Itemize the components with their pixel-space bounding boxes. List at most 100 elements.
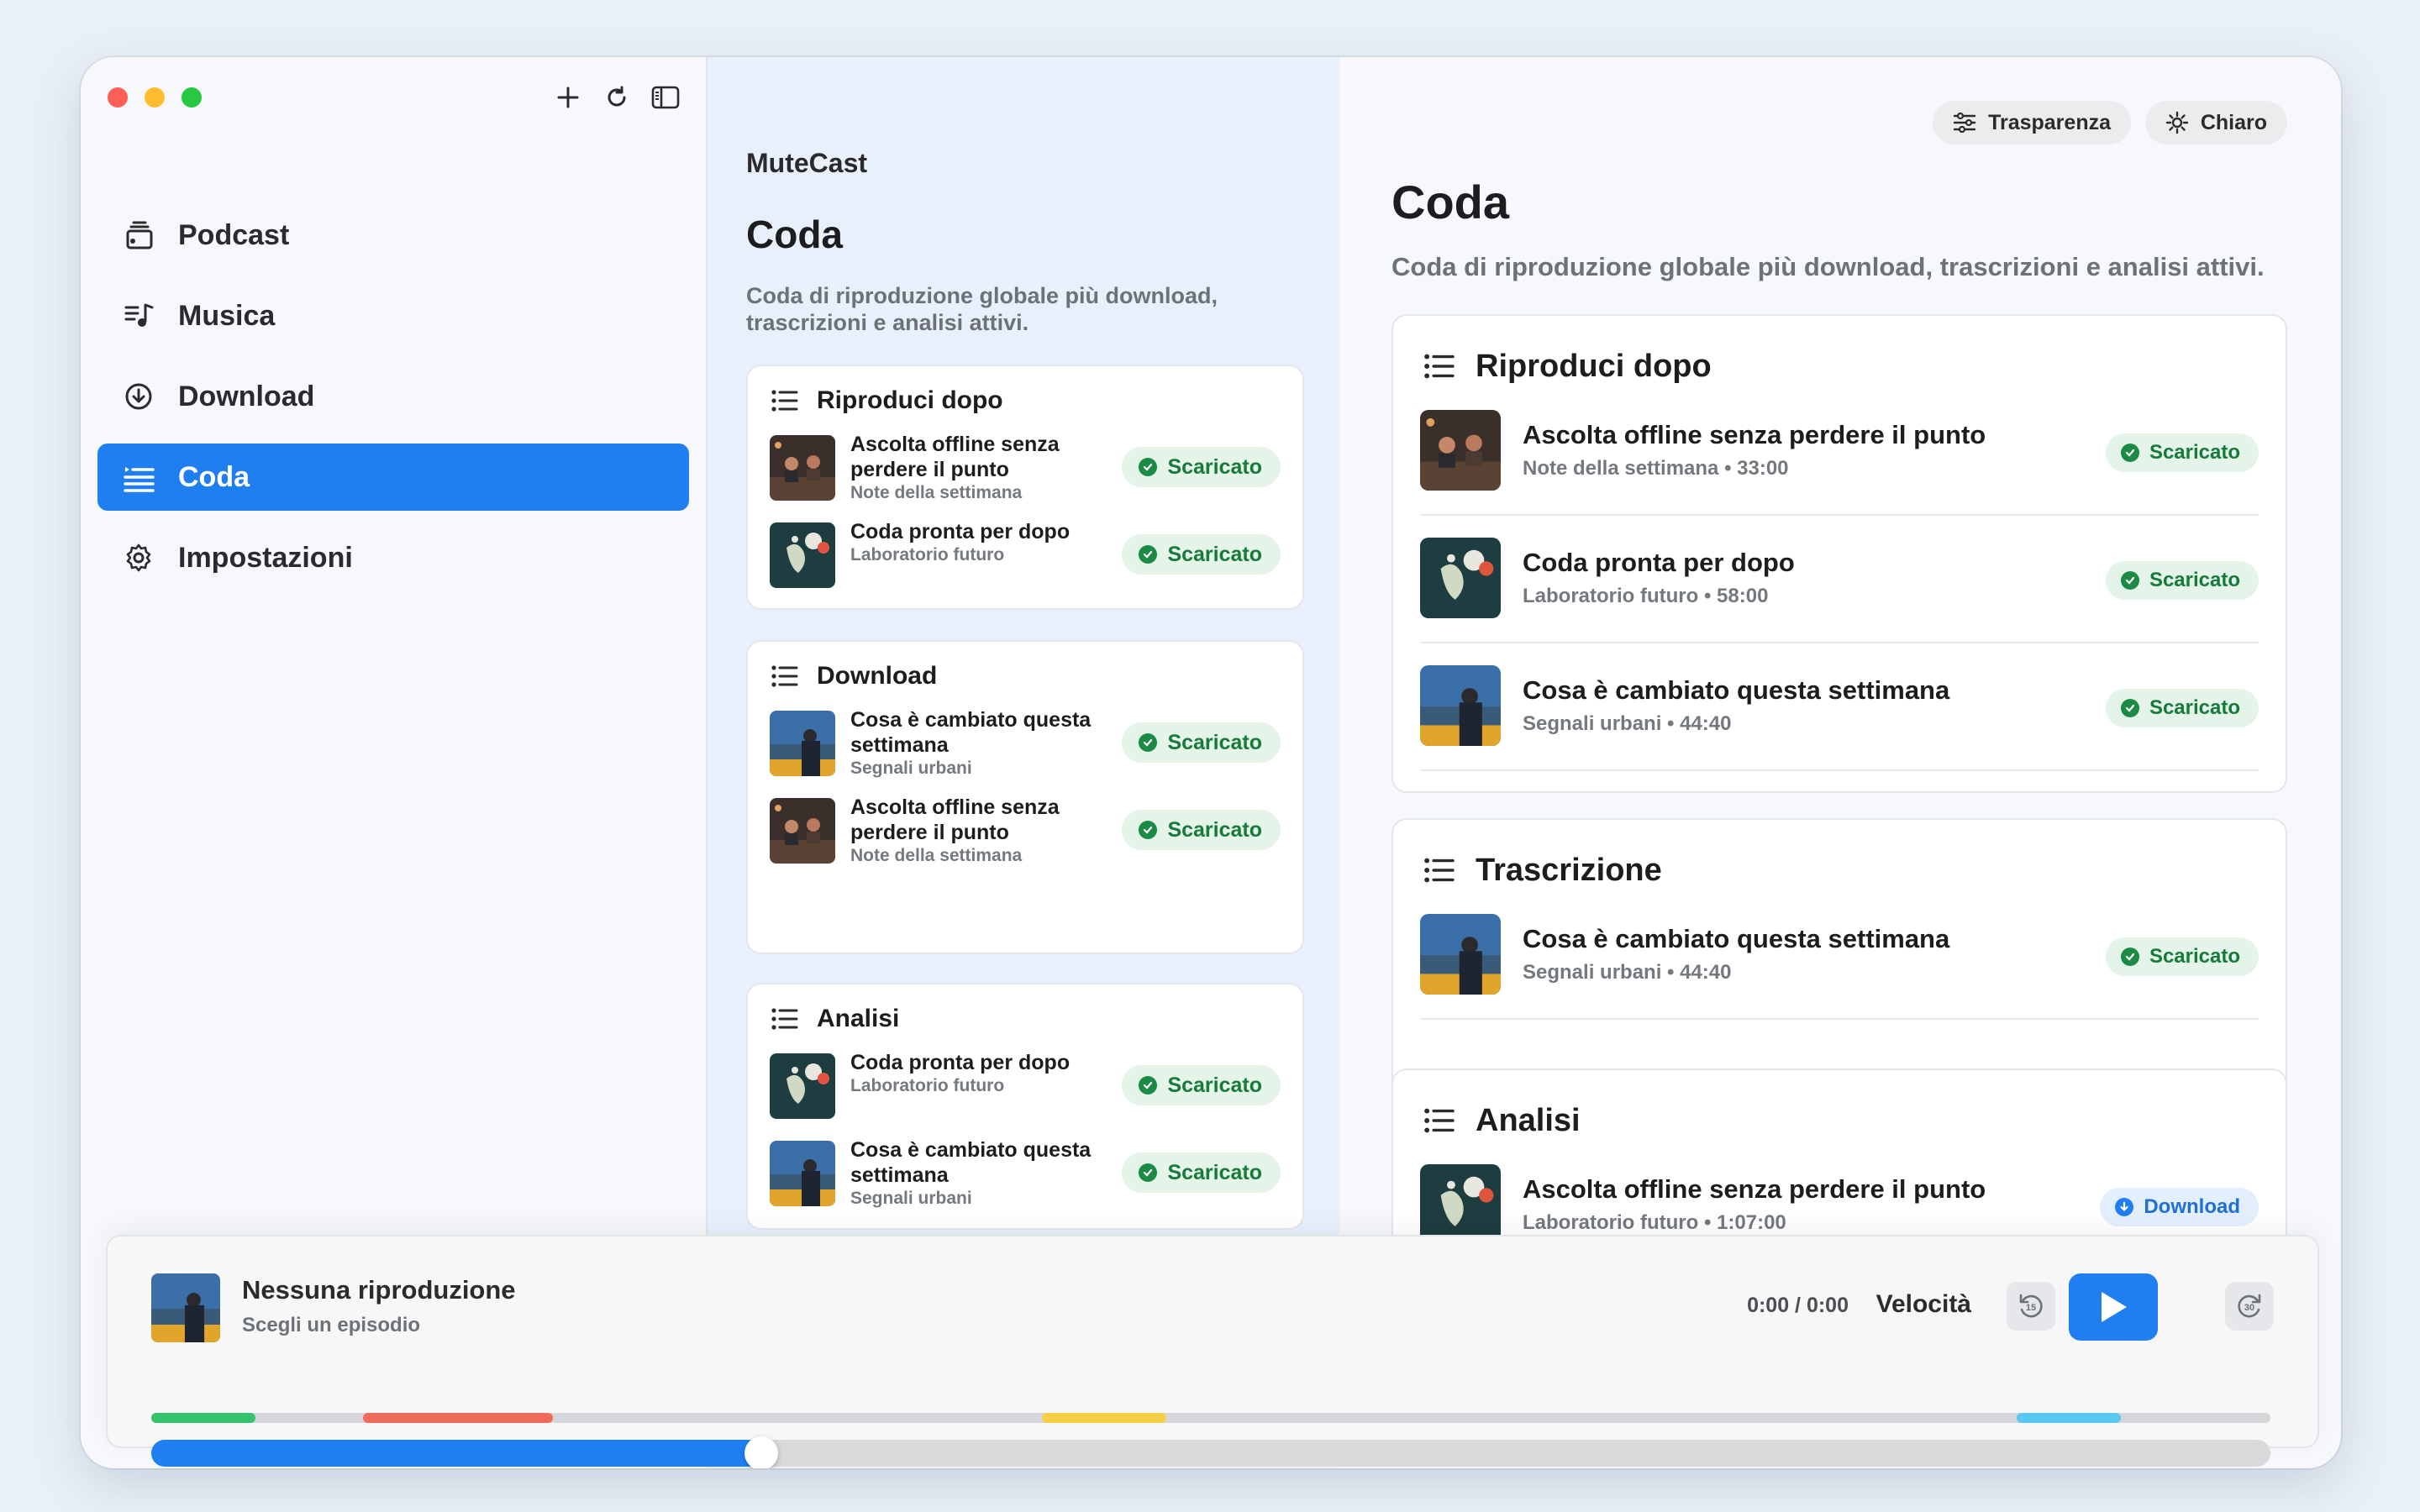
sidebar-item-label: Musica <box>178 299 276 332</box>
section-card-play-next: Riproduci dopo Ascolta offline senza per… <box>1392 314 2287 793</box>
playback-time: 0:00 / 0:00 <box>1747 1294 1849 1317</box>
status-badge: Scaricato <box>2105 937 2259 976</box>
episode-title: Coda pronta per dopo <box>850 1051 1071 1074</box>
section-title: Riproduci dopo <box>1476 348 1712 384</box>
music-icon <box>121 298 156 333</box>
sidebar-item-label: Impostazioni <box>178 541 353 574</box>
episode-title: Cosa è cambiato questa settimana <box>850 708 1092 757</box>
sidebar-item-label: Coda <box>178 460 250 493</box>
download-arrow-icon <box>2115 1198 2134 1216</box>
status-label: Scaricato <box>1167 454 1262 479</box>
sidebar-item-label: Download <box>178 380 315 412</box>
skip-forward-button[interactable]: 30 <box>2225 1282 2274 1331</box>
status-badge: Scaricato <box>1122 534 1281 575</box>
list-item[interactable]: Cosa è cambiato questa settimana Segnali … <box>748 699 1302 786</box>
page-title: Coda <box>746 213 843 256</box>
episode-artwork <box>770 711 835 776</box>
progress-fill <box>151 1440 762 1467</box>
sidebar-item-download[interactable]: Download <box>97 363 689 430</box>
episode-meta: Laboratorio futuro • 58:00 <box>1523 585 1769 607</box>
sidebar-toggle-icon[interactable] <box>650 82 681 113</box>
download-icon <box>121 379 156 414</box>
chapter-segment <box>2017 1413 2121 1423</box>
transparency-button[interactable]: Trasparenza <box>1933 101 2131 144</box>
download-badge[interactable]: Download <box>2100 1188 2259 1226</box>
sidebar-toolbar <box>553 82 681 113</box>
episode-title: Cosa è cambiato questa settimana <box>1523 924 1950 953</box>
queue-icon <box>121 459 156 495</box>
list-item[interactable]: Cosa è cambiato questa settimana Segnali… <box>1420 892 2259 1020</box>
list-item[interactable]: Ascolta offline senza perdere il punto No… <box>748 423 1302 511</box>
episode-show: Laboratorio futuro <box>850 545 1005 564</box>
section-card-transcription: Trascrizione Cosa è cambiato questa sett… <box>1392 818 2287 1099</box>
list-icon <box>1424 354 1455 379</box>
episode-meta: Segnali urbani • 44:40 <box>1523 961 1732 984</box>
episode-artwork <box>770 522 835 588</box>
section-title: Trascrizione <box>1476 852 1662 888</box>
page-subtitle: Coda di riproduzione globale più downloa… <box>746 283 1218 335</box>
transparency-label: Trasparenza <box>1988 110 2111 134</box>
chapter-markers <box>151 1413 2270 1423</box>
episode-meta: Laboratorio futuro • 1:07:00 <box>1523 1211 1786 1234</box>
episode-title: Ascolta offline senza perdere il punto <box>850 795 1060 844</box>
status-label: Scaricato <box>2149 569 2240 591</box>
status-label: Scaricato <box>1167 817 1262 842</box>
episode-title: Ascolta offline senza perdere il punto <box>850 433 1060 481</box>
list-item[interactable]: Ascolta offline senza perdere il punto N… <box>1420 388 2259 516</box>
refresh-icon[interactable] <box>602 82 632 113</box>
sun-icon <box>2165 111 2189 134</box>
list-item[interactable]: Coda pronta per dopo Laboratorio futuro S… <box>748 511 1302 598</box>
episode-title: Coda pronta per dopo <box>1523 548 1795 577</box>
checkmark-icon <box>2120 699 2139 717</box>
add-icon[interactable] <box>553 82 583 113</box>
episode-show: Laboratorio futuro <box>850 1076 1005 1095</box>
zoom-window-button[interactable] <box>182 87 202 108</box>
list-item[interactable]: Cosa è cambiato questa settimana Segnali… <box>1420 643 2259 771</box>
list-icon <box>1424 858 1455 883</box>
minimize-window-button[interactable] <box>145 87 165 108</box>
list-item[interactable]: Coda pronta per dopo Laboratorio futuro S… <box>748 1042 1302 1129</box>
section-card-analysis: Analisi Coda pronta per dopo Laboratorio … <box>746 983 1304 1230</box>
episode-artwork <box>770 435 835 501</box>
status-label: Scaricato <box>2149 696 2240 719</box>
list-item[interactable]: Coda pronta per dopo Laboratorio futuro … <box>1420 516 2259 643</box>
status-label: Scaricato <box>1167 1160 1262 1184</box>
page-title: Coda <box>1392 176 1509 228</box>
speed-button[interactable]: Velocità <box>1876 1290 1971 1319</box>
episode-artwork <box>1420 665 1501 746</box>
checkmark-icon <box>2120 444 2139 462</box>
app-window: Podcast Musica Download Coda Impostazion… <box>81 57 2341 1468</box>
checkmark-icon <box>2120 948 2139 966</box>
close-window-button[interactable] <box>108 87 128 108</box>
episode-artwork <box>1420 538 1501 618</box>
checkmark-icon <box>1139 821 1158 839</box>
checkmark-icon <box>1139 545 1158 564</box>
now-playing-artwork <box>151 1273 220 1342</box>
list-icon <box>1424 1108 1455 1133</box>
sliders-icon <box>1953 113 1976 133</box>
theme-button[interactable]: Chiaro <box>2144 101 2287 144</box>
skip-back-icon: 15 <box>2019 1294 2043 1318</box>
status-label: Scaricato <box>2149 441 2240 464</box>
sidebar-item-settings[interactable]: Impostazioni <box>97 524 689 591</box>
play-button[interactable] <box>2069 1273 2158 1341</box>
skip-forward-icon: 30 <box>2238 1294 2261 1318</box>
sidebar-item-music[interactable]: Musica <box>97 282 689 349</box>
status-badge: Scaricato <box>1122 1152 1281 1193</box>
list-item[interactable]: Cosa è cambiato questa settimana Segnali … <box>748 1129 1302 1216</box>
list-item[interactable]: Ascolta offline senza perdere il punto No… <box>748 786 1302 874</box>
status-label: Scaricato <box>1167 730 1262 754</box>
chapter-segment <box>363 1413 553 1423</box>
progress-handle[interactable] <box>744 1436 779 1468</box>
sidebar-item-coda[interactable]: Coda <box>97 444 689 511</box>
episode-show: Segnali urbani <box>850 759 972 778</box>
theme-label: Chiaro <box>2200 110 2267 134</box>
window-controls <box>108 87 202 108</box>
skip-back-button[interactable]: 15 <box>2007 1282 2055 1331</box>
section-card-play-next: Riproduci dopo Ascolta offline senza per… <box>746 365 1304 610</box>
progress-slider[interactable] <box>151 1436 2270 1468</box>
sidebar-item-podcast[interactable]: Podcast <box>97 202 689 269</box>
status-badge: Scaricato <box>1122 810 1281 850</box>
checkmark-icon <box>1139 733 1158 752</box>
player-bar: Nessuna riproduzione Scegli un episodio … <box>106 1235 2319 1468</box>
